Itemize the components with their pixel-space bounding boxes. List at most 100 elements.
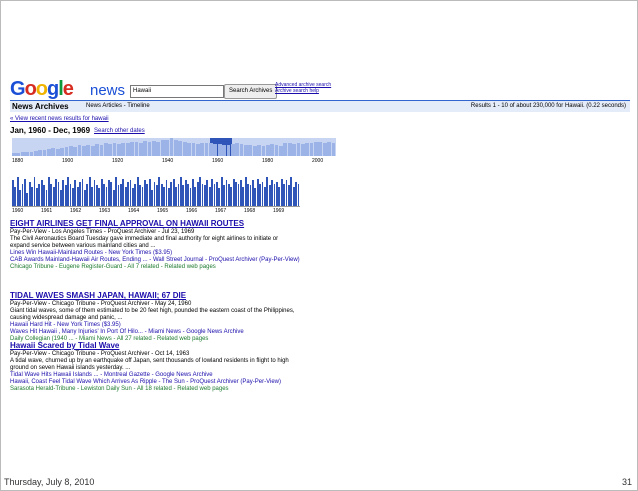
screenshot: Google news Hawaii Search Archives Advan…	[8, 76, 632, 406]
timeline-overview-bar	[138, 142, 143, 156]
timeline-overview-bar	[47, 148, 51, 156]
timeline-overview-bar	[33, 150, 38, 156]
slide: Google news Hawaii Search Archives Advan…	[0, 0, 638, 491]
timeline-overview-bar	[252, 145, 257, 156]
timeline-overview-tick: 1980	[262, 158, 274, 164]
result-title[interactable]: EIGHT AIRLINES GET FINAL APPROVAL ON HAW…	[10, 219, 410, 229]
timeline-overview-bar	[82, 145, 86, 156]
timeline-overview-bar	[327, 141, 331, 156]
timeline-overview-bar	[265, 145, 270, 156]
result-snippet: The Civil Aeronautics Board Tuesday gave…	[10, 236, 279, 242]
timeline-overview-bar	[42, 150, 47, 156]
related-link[interactable]: Lines Win Hawaii-Mainland Routes - New Y…	[10, 250, 410, 257]
timeline-overview-bar	[51, 147, 56, 156]
timeline-overview-bar	[274, 144, 279, 156]
related-link[interactable]: Waves Hit Hawaii , Many Injuries' In Por…	[10, 329, 410, 336]
date-range: Jan, 1960 - Dec, 1969	[10, 126, 91, 135]
timeline-overview-bar	[230, 144, 235, 156]
archive-search-help-link[interactable]: Archive search help	[275, 88, 331, 94]
timeline-overview-bar	[261, 146, 266, 156]
slide-date: Thursday, July 8, 2010	[4, 477, 95, 487]
timeline-overview-bar	[152, 140, 156, 156]
google-logo[interactable]: Google	[10, 78, 74, 101]
result-snippet: expand service between various mainland …	[10, 243, 156, 249]
timeline-detail-tick: 1962	[70, 208, 82, 214]
timeline-overview-bar	[90, 146, 95, 156]
timeline-overview-bar	[331, 142, 336, 156]
timeline-overview-bar	[182, 141, 187, 156]
search-other-dates-link[interactable]: Search other dates	[94, 128, 145, 134]
timeline-overview-bar	[68, 146, 73, 156]
timeline-overview-bar	[213, 144, 218, 156]
timeline-overview-bar	[195, 143, 200, 156]
timeline-detail[interactable]	[12, 174, 300, 207]
timeline-detail-tick: 1968	[244, 208, 256, 214]
timeline-overview-bar	[117, 144, 121, 156]
bar-tabs[interactable]: News Articles - Timeline	[86, 103, 150, 109]
timeline-overview-bar	[187, 143, 191, 156]
result-source: Pay-Per-View - Los Angeles Times - ProQu…	[10, 229, 195, 235]
timeline-overview-bar	[279, 145, 283, 156]
timeline-detail-tick: 1960	[12, 208, 24, 214]
related-link[interactable]: Hawaii, Coast Feel Tidal Wave Which Arri…	[10, 379, 410, 386]
timeline-overview-bar	[296, 143, 301, 156]
timeline-overview-bar	[16, 152, 21, 156]
timeline-overview-bar	[287, 142, 292, 156]
timeline-overview-bar	[99, 145, 104, 156]
timeline-detail-tick: 1966	[186, 208, 198, 214]
timeline-overview-bar	[209, 143, 213, 156]
timeline-overview-bar	[318, 142, 323, 156]
result-title[interactable]: Hawaii Scared by Tidal Wave	[10, 341, 410, 351]
timeline-overview-bar	[130, 141, 134, 156]
timeline-overview-bar	[12, 153, 16, 156]
result-snippet: causing widespread damage and panic, ...	[10, 315, 123, 321]
result-footer-links[interactable]: Chicago Tribune - Eugene Register-Guard …	[10, 264, 410, 271]
result-footer-links[interactable]: Sarasota Herald-Tribune - Lewiston Daily…	[10, 386, 410, 393]
timeline-overview-bar	[143, 141, 148, 156]
related-link[interactable]: Hawaii Hard Hit - New York Times ($3.95)	[10, 322, 410, 329]
timeline-overview-bar	[270, 144, 275, 156]
timeline-overview-bar	[169, 138, 174, 156]
timeline-overview-bar	[108, 143, 113, 156]
timeline-overview-tick: 1920	[112, 158, 124, 164]
timeline-overview-bar	[121, 142, 126, 156]
timeline-detail-tick: 1967	[215, 208, 227, 214]
timeline-overview-bar	[29, 152, 34, 156]
timeline-overview-bar	[314, 141, 318, 156]
timeline-overview-bar	[73, 147, 78, 156]
results-count: Results 1 - 10 of about 230,000 for Hawa…	[470, 103, 626, 109]
archive-bar: News Archives News Articles - Timeline R…	[10, 100, 630, 112]
timeline-overview-bar	[200, 142, 205, 156]
recent-news-link[interactable]: « View recent news results for hawaii	[10, 116, 109, 122]
timeline-overview[interactable]	[12, 138, 336, 156]
timeline-overview-bar	[257, 144, 261, 156]
timeline-overview-bar	[322, 143, 327, 156]
search-input[interactable]: Hawaii	[130, 85, 224, 98]
timeline-overview-bar	[283, 143, 288, 156]
timeline-overview-tick: 1900	[62, 158, 74, 164]
timeline-overview-bar	[156, 141, 161, 156]
timeline-overview-bar	[20, 152, 25, 156]
result-source: Pay-Per-View - Chicago Tribune - ProQues…	[10, 351, 190, 357]
timeline-overview-bar	[55, 149, 60, 156]
related-link[interactable]: Tidal Wave Hits Hawaii Islands ... - Mon…	[10, 372, 410, 379]
timeline-overview-tick: 2000	[312, 158, 324, 164]
timeline-detail-tick: 1963	[99, 208, 111, 214]
result-title[interactable]: TIDAL WAVES SMASH JAPAN, HAWAII; 67 DIE	[10, 291, 410, 301]
timeline-overview-bar	[160, 140, 165, 156]
timeline-overview-bar	[77, 145, 82, 156]
timeline-overview-bar	[204, 143, 209, 156]
slide-page-number: 31	[621, 477, 632, 487]
timeline-overview-bar	[244, 144, 248, 156]
timeline-overview-bar	[217, 143, 222, 156]
bar-title: News Archives	[12, 102, 69, 111]
timeline-overview-bar	[38, 149, 43, 156]
timeline-overview-tick: 1940	[162, 158, 174, 164]
timeline-overview-tick: 1880	[12, 158, 24, 164]
timeline-overview-tick: 1960	[212, 158, 224, 164]
related-link[interactable]: CAB Awards Mainland-Hawaii Air Routes, E…	[10, 257, 410, 264]
search-archives-button[interactable]: Search Archives	[224, 84, 278, 99]
result-snippet: Giant tidal waves, some of them estimate…	[10, 308, 295, 314]
timeline-overview-bar	[239, 144, 244, 156]
result-source: Pay-Per-View - Chicago Tribune - ProQues…	[10, 301, 192, 307]
